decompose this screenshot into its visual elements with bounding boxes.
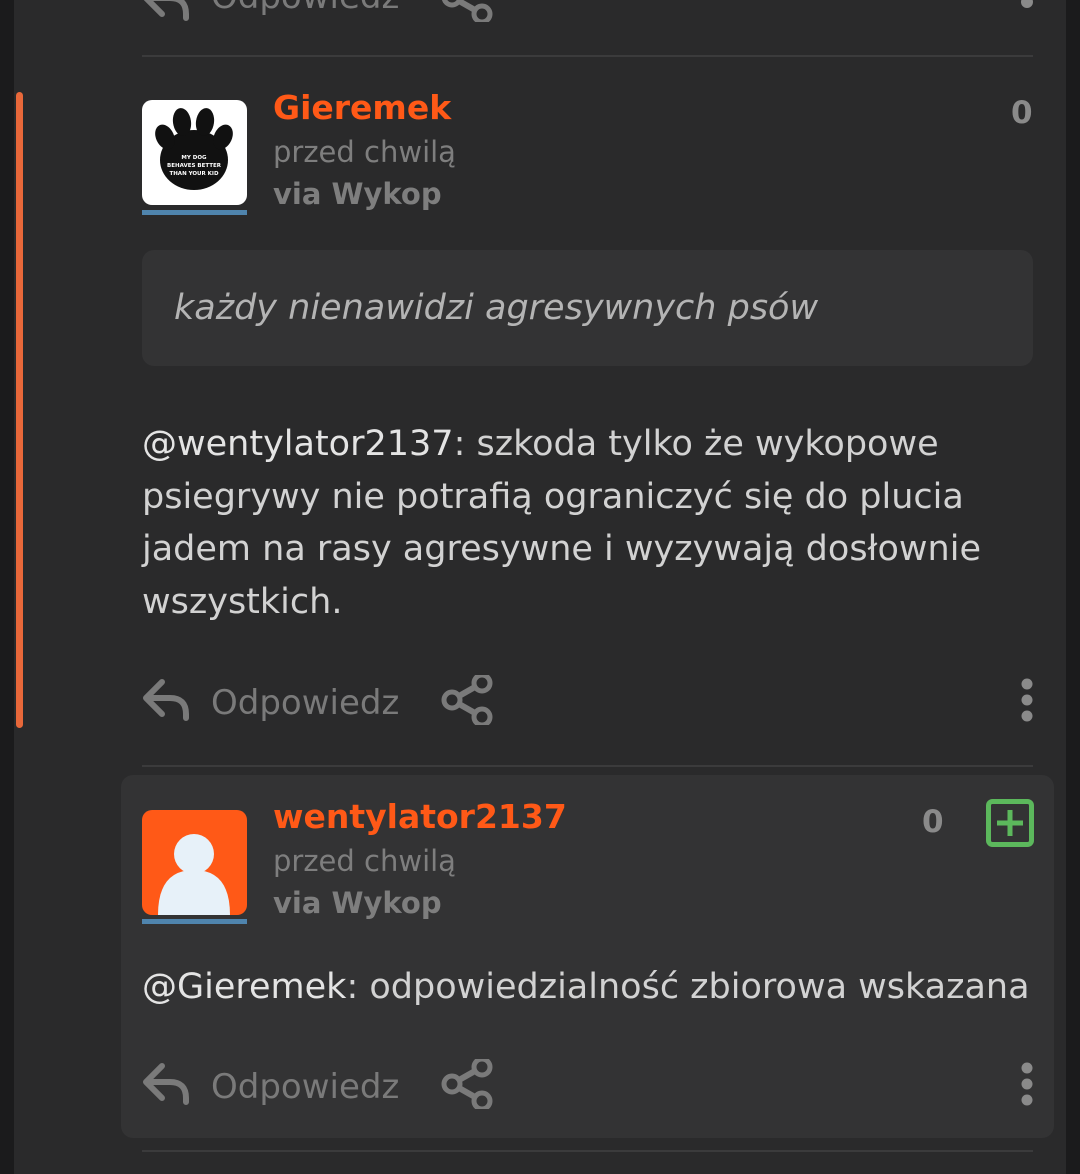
new-comment-indicator	[16, 92, 23, 728]
comment-author[interactable]: Gieremek	[273, 88, 451, 128]
avatar[interactable]	[142, 810, 247, 915]
reply-source: via Wykop	[273, 886, 442, 920]
comment-divider	[142, 55, 1033, 57]
more-options-icon[interactable]	[1020, 0, 1034, 10]
comment-source: via Wykop	[273, 177, 442, 211]
reply-icon[interactable]	[142, 1062, 192, 1106]
share-icon[interactable]	[440, 1056, 496, 1112]
svg-text:THAN YOUR KID: THAN YOUR KID	[169, 171, 219, 177]
svg-text:BEHAVES BETTER: BEHAVES BETTER	[167, 163, 222, 169]
comment-body: @wentylator2137: szkoda tylko że wykopow…	[142, 418, 1022, 628]
reply-text: : odpowiedzialność zbiorowa wskazana	[346, 967, 1030, 1007]
share-icon[interactable]	[440, 0, 496, 25]
share-icon[interactable]	[440, 672, 496, 728]
avatar[interactable]: MY DOG BEHAVES BETTER THAN YOUR KID	[142, 100, 247, 205]
reply-author[interactable]: wentylator2137	[273, 797, 567, 837]
reply-button[interactable]: Odpowiedz	[211, 1067, 399, 1107]
comment-divider	[142, 1150, 1033, 1152]
reply-body: @Gieremek: odpowiedzialność zbiorowa wsk…	[142, 961, 1030, 1014]
reply-icon[interactable]	[142, 0, 192, 22]
avatar-underline	[142, 919, 247, 924]
comment-time: przed chwilą	[273, 135, 456, 169]
svg-text:MY DOG: MY DOG	[181, 155, 207, 161]
reply-time: przed chwilą	[273, 844, 456, 878]
quote-block: każdy nienawidzi agresywnych psów	[142, 250, 1033, 366]
comment-score: 0	[1011, 95, 1033, 131]
reply-button[interactable]: Odpowiedz	[211, 0, 399, 17]
mention-link[interactable]: @wentylator2137	[142, 424, 454, 464]
reply-score: 0	[922, 804, 944, 840]
more-options-icon[interactable]	[1020, 1062, 1034, 1106]
more-options-icon[interactable]	[1020, 678, 1034, 722]
reply-icon[interactable]	[142, 678, 192, 722]
quote-text: każdy nienawidzi agresywnych psów	[174, 288, 819, 328]
mention-link[interactable]: @Gieremek	[142, 967, 346, 1007]
plus-icon[interactable]	[986, 799, 1034, 847]
comment-divider	[142, 765, 1033, 767]
reply-button[interactable]: Odpowiedz	[211, 683, 399, 723]
avatar-underline	[142, 210, 247, 215]
